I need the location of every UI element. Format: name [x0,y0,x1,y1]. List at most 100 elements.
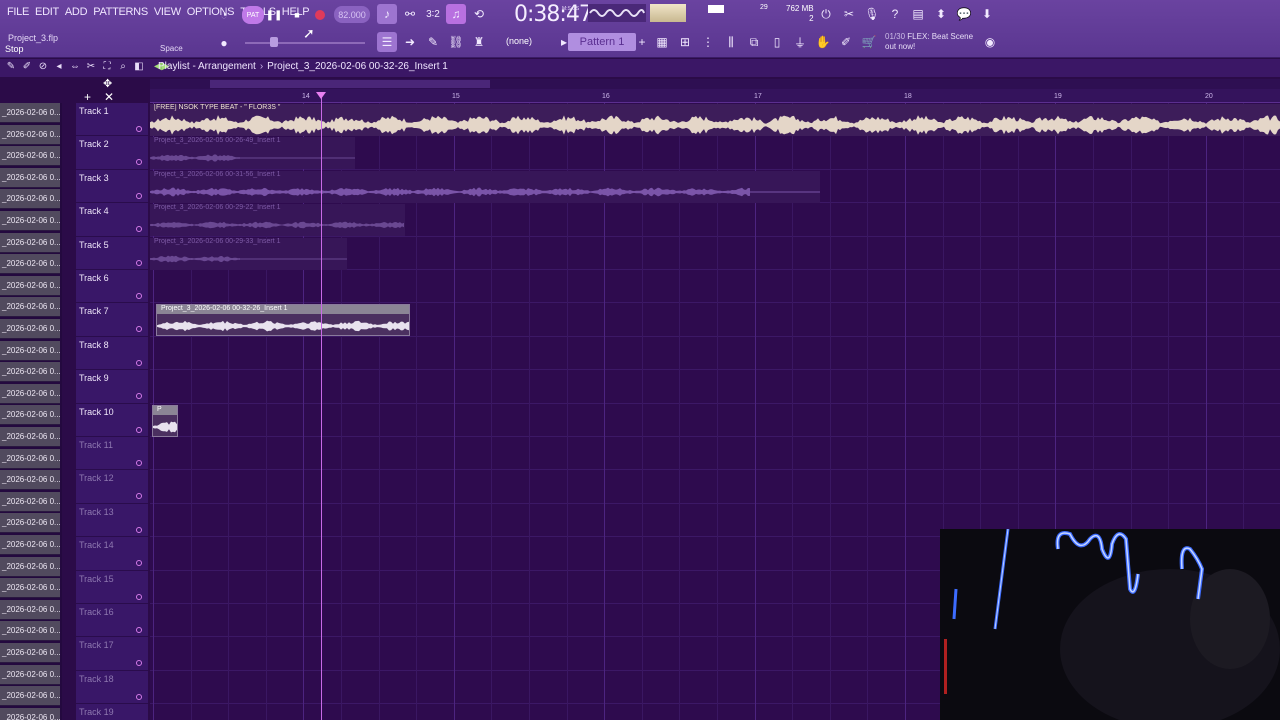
menu-item-patterns[interactable]: Patterns [90,6,151,18]
hint-bar-icon[interactable]: ✐ [836,32,856,52]
playhead-marker-icon[interactable] [316,92,326,99]
track-name[interactable]: Track 9 [79,373,109,383]
track-mute-led-icon[interactable] [136,159,142,166]
stamp-icon[interactable]: ♜ [469,32,489,52]
picker-clip-item[interactable]: _2026-02-06 0... [0,340,60,361]
track-mute-led-icon[interactable] [136,493,142,500]
picker-clip-item[interactable]: _2026-02-06 0... [0,556,60,577]
countdown-icon[interactable]: 3∶2 [423,4,443,24]
track-lane[interactable] [150,370,1280,404]
paint-tool-icon[interactable]: ✐ [20,61,34,72]
pitch-knob-icon[interactable]: ● [214,33,234,53]
track-header[interactable]: Track 17 [76,637,148,671]
track-header[interactable]: Track 18 [76,671,148,705]
picker-clip-item[interactable]: _2026-02-06 0... [0,470,60,491]
blend-notes-icon[interactable]: ♫ [446,4,466,24]
menu-item-add[interactable]: Add [62,6,90,18]
track-name[interactable]: Track 1 [79,106,109,116]
slip-tool-icon[interactable]: ⇔ [68,61,82,72]
picker-clip-item[interactable]: _2026-02-06 0... [0,513,60,534]
slice-tool-icon[interactable]: ✂ [84,61,98,72]
picker-clip-item[interactable]: _2026-02-06 0... [0,599,60,620]
track-mute-led-icon[interactable] [136,627,142,633]
picker-clip-item[interactable]: _2026-02-06 0... [0,427,60,447]
piano-roll-icon[interactable]: ⋮ [698,32,718,52]
channel-selector[interactable]: (none) [506,36,532,46]
delete-tool-icon[interactable]: ⊘ [36,61,50,72]
track-name[interactable]: Track 18 [79,674,114,684]
playlist-icon[interactable]: ▦ [652,32,672,52]
track-header[interactable]: Track 15 [76,571,148,604]
pitch-slider-handle[interactable] [270,37,278,47]
track-lane[interactable] [150,404,1280,437]
picker-clip-item[interactable]: _2026-02-06 0... [0,643,60,663]
scrollbar-thumb[interactable] [210,80,490,88]
news-panel[interactable]: 01/30 FLEX: Beat Scene out now! [885,32,973,52]
song-time-display[interactable]: 0:38:47 [514,2,593,27]
track-header[interactable]: Track 7 [76,303,148,337]
track-mute-led-icon[interactable] [136,693,142,700]
track-mute-led-icon[interactable] [136,426,142,433]
picker-clip-item[interactable]: _2026-02-06 0... [0,167,60,188]
picker-clip-item[interactable]: _2026-02-06 0... [0,578,60,599]
track-mute-led-icon[interactable] [136,460,142,466]
picker-clip-item[interactable]: _2026-02-06 0... [0,491,60,512]
picker-clip-item[interactable]: _2026-02-06 0... [0,362,60,383]
track-header[interactable]: Track 14 [76,537,148,571]
play-pause-button[interactable]: ❚❚ [264,6,284,24]
add-track-icon[interactable]: + [84,90,91,104]
project-icon[interactable]: ▯ [767,32,787,52]
picker-clip-item[interactable]: _2026-02-06 0... [0,103,60,123]
audio-clip[interactable]: Project_3_2026-02-05 00-26-49_Insert 1 [150,137,355,170]
menu-item-view[interactable]: View [151,6,184,18]
reset-icon[interactable]: ⏻ [816,4,836,24]
select-tool-icon[interactable]: ⛶ [100,61,114,72]
pattern-song-toggle[interactable]: PAT [242,6,264,24]
picker-clip-item[interactable]: _2026-02-06 0... [0,297,60,318]
menu-item-edit[interactable]: Edit [32,6,62,18]
wait-for-input-icon[interactable]: ⚯ [400,4,420,24]
picker-clip-item[interactable]: _2026-02-06 0... [0,146,60,167]
track-header[interactable]: Track 3 [76,170,148,204]
menu-item-file[interactable]: File [4,6,32,18]
track-header[interactable]: Track 6 [76,270,148,304]
picker-clip-item[interactable]: _2026-02-06 0... [0,254,60,275]
track-mute-led-icon[interactable] [136,259,142,266]
track-name[interactable]: Track 10 [79,407,114,417]
track-lane[interactable] [150,470,1280,504]
track-mute-led-icon[interactable] [136,560,142,567]
loop-record-icon[interactable]: ⟲ [469,4,489,24]
track-mute-led-icon[interactable] [136,126,142,132]
track-header[interactable]: Track 11 [76,437,148,471]
touch-keyboard-icon[interactable]: ✋ [813,32,833,52]
save-icon[interactable]: ▤ [908,4,928,24]
picker-clip-item[interactable]: _2026-02-06 0... [0,383,60,404]
metronome-icon[interactable]: ♪ [377,4,397,24]
track-header[interactable]: Track 4 [76,203,148,237]
audio-clip[interactable]: Project_3_2026-02-06 00-29-22_Insert 1 [150,204,405,237]
track-name[interactable]: Track 2 [79,139,109,149]
track-header[interactable]: Track 9 [76,370,148,404]
track-header[interactable]: Track 19 [76,704,148,720]
stop-button[interactable]: ■ [287,6,307,24]
arrow-right-icon[interactable]: ➜ [400,32,420,52]
tempo-display[interactable]: 82.000 [334,6,370,23]
audio-clip[interactable]: P [152,404,178,437]
track-name[interactable]: Track 16 [79,607,114,617]
add-pattern-icon[interactable]: + [632,32,652,52]
globe-icon[interactable]: ◉ [980,32,1000,52]
picker-clip-item[interactable]: _2026-02-06 0... [0,664,60,685]
picker-clip-item[interactable]: _2026-02-06 0... [0,686,60,707]
mute-tool-icon[interactable]: ◂ [52,61,66,72]
track-mute-led-icon[interactable] [136,526,142,533]
brush-icon[interactable]: ✎ [423,32,443,52]
microphone-icon[interactable]: 🎙 [862,4,882,24]
master-volume-knob-icon[interactable]: ◔ [214,5,234,25]
snap-icon[interactable]: ✥ [103,77,112,90]
track-header[interactable]: Track 5 [76,237,148,270]
track-mute-led-icon[interactable] [136,192,142,199]
track-mute-led-icon[interactable] [136,660,142,667]
track-name[interactable]: Track 12 [79,473,114,483]
track-name[interactable]: Track 19 [79,707,114,717]
audio-clip[interactable]: Project_3_2026-02-06 00-32-26_Insert 1 [156,304,410,337]
